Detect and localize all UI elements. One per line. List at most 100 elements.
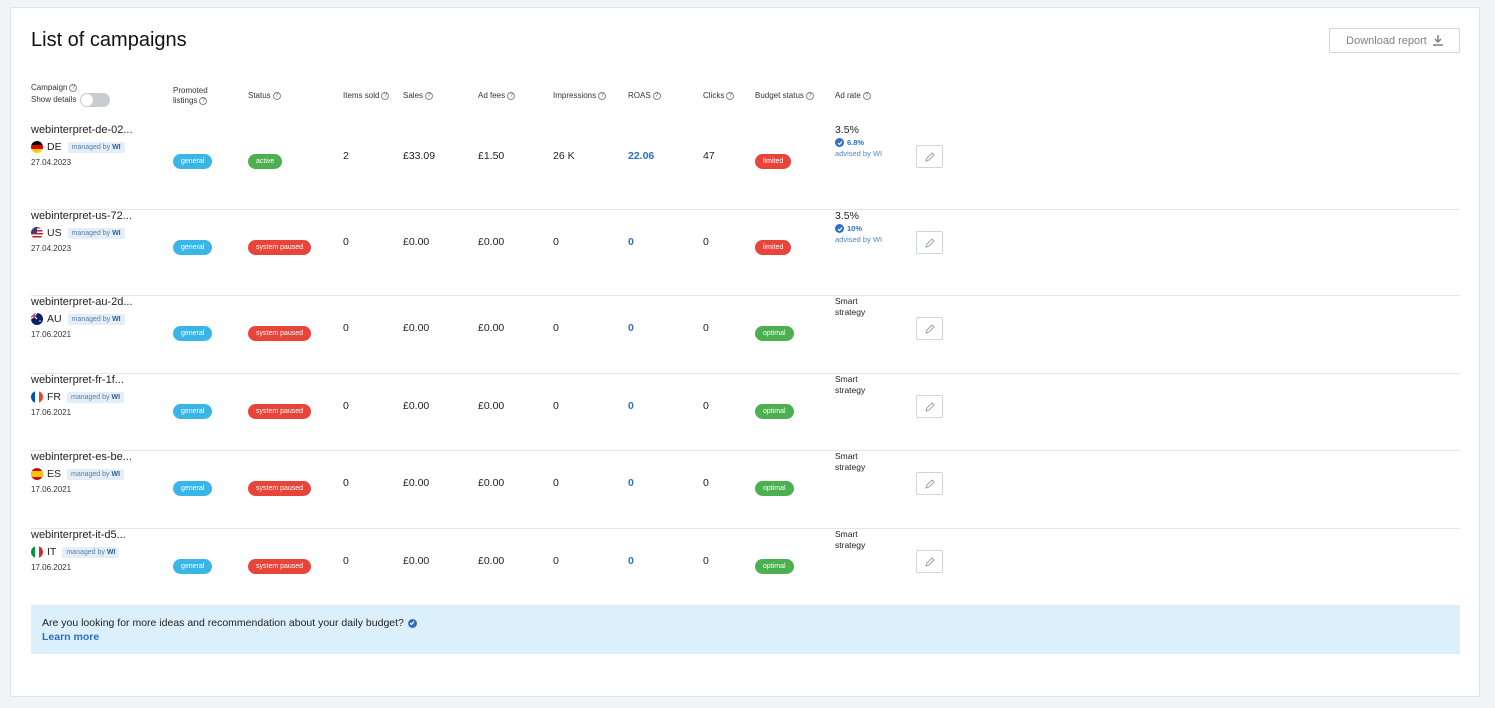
status-badge: system paused (248, 326, 312, 341)
download-report-label: Download report (1346, 34, 1427, 47)
budget-status-badge: limited (755, 240, 792, 255)
status-badge: active (248, 154, 283, 169)
edit-campaign-button[interactable] (916, 472, 943, 495)
edit-campaign-button[interactable] (916, 395, 943, 418)
help-icon[interactable]: ? (652, 91, 661, 100)
campaign-date: 17.06.2021 (31, 485, 72, 494)
help-icon[interactable]: ? (381, 91, 390, 100)
table-row: webinterpret-es-be... ES managed by WI 1… (31, 451, 1460, 529)
verified-icon (835, 224, 844, 233)
ad-rate-value: 3.5% (835, 210, 859, 222)
header-ad-rate: Ad rate? (835, 91, 871, 101)
campaign-name[interactable]: webinterpret-us-72... (31, 210, 132, 222)
header-impressions: Impressions? (553, 91, 607, 101)
edit-campaign-button[interactable] (916, 231, 943, 254)
promoted-listings-badge: general (173, 326, 213, 341)
advised-rate: 6.8% (835, 138, 882, 147)
ad-rate-cell: Smart strategy (835, 374, 865, 396)
roas-value[interactable]: 0 (628, 555, 634, 567)
header-campaign: Campaign? Show details (31, 83, 111, 107)
managed-by-badge: managed by WI (62, 546, 120, 558)
status-badge: system paused (248, 481, 312, 496)
pencil-icon (924, 478, 935, 489)
edit-campaign-button[interactable] (916, 145, 943, 168)
promoted-listings-badge: general (173, 240, 213, 255)
clicks-value: 0 (703, 400, 709, 412)
roas-value[interactable]: 0 (628, 477, 634, 489)
managed-by-badge: managed by WI (67, 391, 125, 403)
download-report-button[interactable]: Download report (1329, 28, 1460, 53)
ad-rate-cell: Smart strategy (835, 529, 865, 551)
campaigns-card: List of campaigns Download report Campai… (10, 7, 1480, 697)
status-badge: system paused (248, 559, 312, 574)
help-icon[interactable]: ? (598, 91, 607, 100)
header-budget-status: Budget status? (755, 91, 814, 101)
sales-value: £33.09 (403, 150, 436, 162)
edit-campaign-button[interactable] (916, 317, 943, 340)
campaign-country: ES (47, 468, 62, 480)
clicks-value: 47 (703, 150, 715, 162)
edit-campaign-button[interactable] (916, 550, 943, 573)
show-details-label: Show details (31, 95, 77, 105)
header-ad-fees: Ad fees? (478, 91, 516, 101)
banner-text: Are you looking for more ideas and recom… (42, 617, 404, 629)
smart-strategy-label: Smart (835, 374, 858, 384)
impressions-value: 0 (553, 400, 559, 412)
help-icon[interactable]: ? (507, 91, 516, 100)
help-icon[interactable]: ? (726, 91, 735, 100)
roas-value[interactable]: 0 (628, 236, 634, 248)
budget-status-badge: optimal (755, 481, 794, 496)
header-status: Status? (248, 91, 281, 101)
header-sales: Sales? (403, 91, 434, 101)
pencil-icon (924, 151, 935, 162)
ad-fees-value: £0.00 (478, 477, 505, 489)
help-icon[interactable]: ? (805, 91, 814, 100)
campaign-name[interactable]: webinterpret-de-02... (31, 124, 133, 136)
campaign-name[interactable]: webinterpret-es-be... (31, 451, 132, 463)
items-sold-value: 0 (343, 400, 349, 412)
campaign-date: 17.06.2021 (31, 408, 72, 417)
help-icon[interactable]: ? (69, 83, 78, 92)
pencil-icon (924, 323, 935, 334)
help-icon[interactable]: ? (425, 91, 434, 100)
ad-rate-value: 3.5% (835, 124, 859, 136)
header-roas: ROAS? (628, 91, 661, 101)
campaign-cell: webinterpret-au-2d... AU managed by WI 1… (31, 296, 133, 339)
clicks-value: 0 (703, 555, 709, 567)
smart-strategy-label: strategy (835, 462, 866, 472)
roas-value[interactable]: 0 (628, 400, 634, 412)
ad-rate-cell: 3.5% 10% advised by WI (835, 210, 882, 244)
table-row: webinterpret-it-d5... IT managed by WI 1… (31, 529, 1460, 607)
smart-strategy-label: strategy (835, 540, 866, 550)
ad-rate-cell: Smart strategy (835, 451, 865, 473)
campaign-name[interactable]: webinterpret-au-2d... (31, 296, 133, 308)
header-clicks: Clicks? (703, 91, 735, 101)
roas-value[interactable]: 22.06 (628, 150, 654, 162)
show-details-toggle[interactable] (80, 93, 111, 107)
help-icon[interactable]: ? (862, 91, 871, 100)
status-badge: system paused (248, 404, 312, 419)
campaign-cell: webinterpret-es-be... ES managed by WI 1… (31, 451, 132, 494)
clicks-value: 0 (703, 236, 709, 248)
ad-rate-cell: Smart strategy (835, 296, 865, 318)
ad-fees-value: £0.00 (478, 400, 505, 412)
help-icon[interactable]: ? (199, 96, 208, 105)
promoted-listings-badge: general (173, 481, 213, 496)
header-items-sold: Items sold? (343, 91, 390, 101)
flag-es-icon (31, 468, 43, 480)
campaign-date: 27.04.2023 (31, 158, 72, 167)
ad-fees-value: £0.00 (478, 555, 505, 567)
learn-more-link[interactable]: Learn more (42, 631, 99, 643)
pencil-icon (924, 401, 935, 412)
campaign-name[interactable]: webinterpret-fr-1f... (31, 374, 124, 386)
managed-by-badge: managed by WI (67, 227, 125, 239)
flag-it-icon (31, 546, 43, 558)
roas-value[interactable]: 0 (628, 322, 634, 334)
campaign-country: AU (47, 313, 62, 325)
help-icon[interactable]: ? (272, 91, 281, 100)
verified-icon (407, 618, 417, 628)
campaign-name[interactable]: webinterpret-it-d5... (31, 529, 126, 541)
table-row: webinterpret-au-2d... AU managed by WI 1… (31, 296, 1460, 374)
items-sold-value: 0 (343, 477, 349, 489)
campaign-country: US (47, 227, 62, 239)
